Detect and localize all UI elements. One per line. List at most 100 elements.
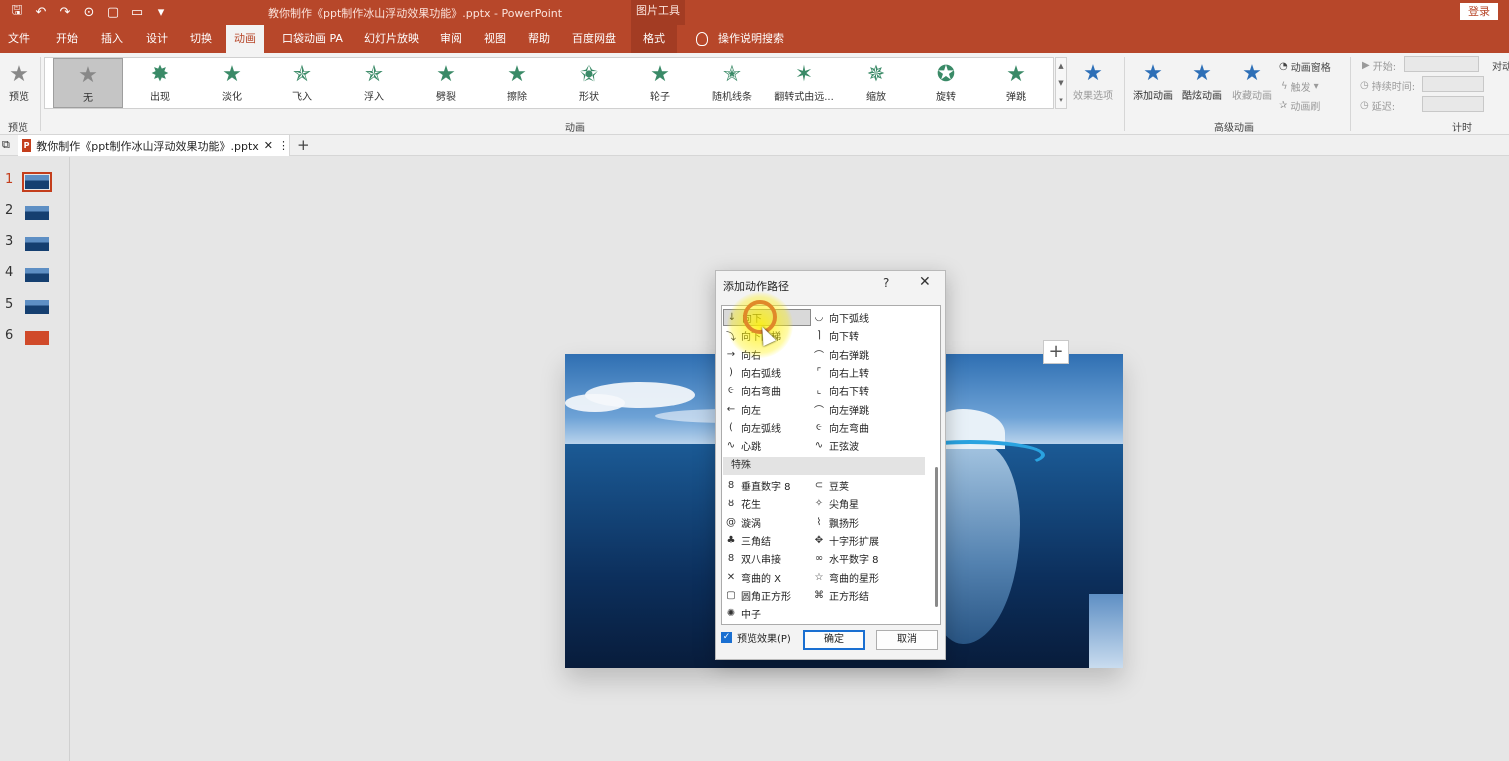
slide-thumbnail-1[interactable]	[22, 172, 52, 192]
chevron-down-icon[interactable]: ▼	[1056, 75, 1066, 92]
path-right[interactable]: → 向右	[723, 346, 761, 363]
path-bean[interactable]: ⊂ 豆荚	[811, 477, 849, 494]
path-rounded-square[interactable]: ▢ 圆角正方形	[723, 587, 791, 604]
animation-wheel[interactable]: ★ 轮子	[625, 58, 695, 108]
path-horizontal-figure-8[interactable]: ∞ 水平数字 8	[811, 550, 879, 567]
slide-thumbnail-3[interactable]	[25, 237, 49, 251]
path-arc-left[interactable]: (向左弧线	[723, 419, 781, 436]
path-neutron[interactable]: ✺ 中子	[723, 605, 761, 622]
cancel-button[interactable]: 取消	[876, 630, 938, 650]
animation-pane-button[interactable]: ◔ 动画窗格	[1279, 59, 1331, 74]
path-pointy-star[interactable]: ✧ 尖角星	[811, 495, 859, 512]
animation-fly-in[interactable]: ✯ 飞入	[267, 58, 337, 108]
path-double-eight[interactable]: 8 双八串接	[723, 550, 781, 567]
path-sine-wave[interactable]: ∿ 正弦波	[811, 437, 859, 454]
animation-zoom[interactable]: ✵ 缩放	[841, 58, 911, 108]
path-bounce-left[interactable]: ⌒ 向左弹跳	[811, 401, 869, 418]
tab-help[interactable]: 帮助	[528, 25, 550, 53]
path-left[interactable]: ← 向左	[723, 401, 761, 418]
tab-file[interactable]: 文件	[8, 25, 30, 53]
login-button[interactable]: 登录	[1460, 3, 1498, 20]
animation-float-in[interactable]: ✯ 浮入	[339, 58, 409, 108]
slide-thumbnail-4[interactable]	[25, 268, 49, 282]
save-icon[interactable]: 🖫	[8, 3, 26, 21]
effect-options-button[interactable]: ★ 效果选项	[1068, 57, 1118, 103]
tab-format[interactable]: 格式	[631, 25, 677, 53]
slide-thumbnail-2[interactable]	[25, 206, 49, 220]
tab-slideshow[interactable]: 幻灯片放映	[364, 25, 419, 53]
animation-bounce[interactable]: ★ 弹跳	[981, 58, 1051, 108]
slide-thumbnail-6[interactable]	[25, 331, 49, 345]
new-tab-plus-icon[interactable]: +	[297, 136, 310, 154]
path-turn-up-right[interactable]: ⌜ 向右上转	[811, 364, 869, 381]
scrollbar-thumb[interactable]	[935, 467, 938, 607]
duration-input[interactable]	[1422, 76, 1484, 92]
tab-list-icon[interactable]: ⧉	[2, 138, 10, 152]
path-vertical-figure-8[interactable]: 8 垂直数字 8	[723, 477, 791, 494]
animation-appear[interactable]: ✸ 出现	[125, 58, 195, 108]
path-curved-x[interactable]: ✕ 弯曲的 X	[723, 569, 781, 586]
animation-wipe[interactable]: ★ 擦除	[482, 58, 552, 108]
tab-transitions[interactable]: 切换	[190, 25, 212, 53]
gallery-more-icon[interactable]: ▾	[1056, 92, 1066, 109]
help-icon[interactable]: ?	[883, 276, 889, 290]
present-icon[interactable]: ⊙	[80, 3, 98, 21]
delay-input[interactable]	[1422, 96, 1484, 112]
slide-thumbnail-5[interactable]	[25, 300, 49, 314]
animation-split[interactable]: ★ 劈裂	[411, 58, 481, 108]
redo-icon[interactable]: ↷	[56, 3, 74, 21]
undo-icon[interactable]: ↶	[32, 3, 50, 21]
document-tab[interactable]: P 教你制作《ppt制作冰山浮动效果功能》.pptx ✕ ⋮	[18, 135, 290, 156]
animation-grow-turn[interactable]: ✶ 翻转式由远...	[769, 58, 839, 108]
trigger-button[interactable]: ϟ 触发 ▾	[1281, 79, 1319, 94]
tab-pocket-animation[interactable]: 口袋动画 PA	[282, 25, 343, 53]
more-icon[interactable]: ⋮	[278, 139, 289, 152]
close-icon[interactable]: ✕	[264, 139, 273, 152]
tab-view[interactable]: 视图	[484, 25, 506, 53]
new-file-icon[interactable]: ▢	[104, 3, 122, 21]
tab-review[interactable]: 审阅	[440, 25, 462, 53]
path-peanut[interactable]: ȣ 花生	[723, 495, 761, 512]
path-cross-expand[interactable]: ✥ 十字形扩展	[811, 532, 879, 549]
tab-animations[interactable]: 动画	[226, 25, 264, 53]
add-element-plus-icon[interactable]: +	[1043, 340, 1069, 364]
animation-shape[interactable]: ✬ 形状	[554, 58, 624, 108]
list-scrollbar[interactable]	[933, 307, 940, 623]
path-bounce-right[interactable]: ⌒ 向右弹跳	[811, 346, 869, 363]
tab-baidu-netdisk[interactable]: 百度网盘	[572, 25, 616, 53]
path-turn-down[interactable]: ⌉ 向下转	[811, 327, 859, 344]
ok-button[interactable]: 确定	[803, 630, 865, 650]
tab-home[interactable]: 开始	[56, 25, 78, 53]
path-curved-star[interactable]: ☆ 弯曲的星形	[811, 569, 879, 586]
animation-random-bars[interactable]: ✭ 随机线条	[697, 58, 767, 108]
path-turn-down-right[interactable]: ⌞ 向右下转	[811, 382, 869, 399]
animation-none[interactable]: ★ 无	[53, 58, 123, 108]
path-square-knot[interactable]: ⌘ 正方形结	[811, 587, 869, 604]
path-arc-down[interactable]: ◡ 向下弧线	[811, 309, 869, 326]
preview-effect-checkbox[interactable]: ✓	[721, 632, 732, 643]
path-flag[interactable]: ⌇ 飘扬形	[811, 514, 859, 531]
search-tell-me[interactable]: 操作说明搜索	[718, 25, 784, 53]
chevron-up-icon[interactable]: ▲	[1056, 58, 1066, 75]
cool-animation-button[interactable]: ★ 酷炫动画	[1178, 57, 1226, 103]
animation-painter-button[interactable]: ✰ 动画刷	[1279, 98, 1320, 113]
path-trefoil[interactable]: ♣ 三角结	[723, 532, 771, 549]
tab-insert[interactable]: 插入	[101, 25, 123, 53]
preview-button[interactable]: ★ 预览	[2, 58, 36, 108]
path-curve-right[interactable]: ૯ 向右弯曲	[723, 382, 781, 399]
add-animation-button[interactable]: ★ 添加动画	[1128, 57, 1178, 103]
gallery-scroll[interactable]: ▲ ▼ ▾	[1055, 57, 1067, 109]
path-swirl[interactable]: @ 漩涡	[723, 514, 761, 531]
path-arc-right[interactable]: ) 向右弧线	[723, 364, 781, 381]
favorite-animation-button[interactable]: ★ 收藏动画	[1228, 57, 1276, 103]
close-icon[interactable]: ✕	[919, 274, 931, 290]
path-heartbeat[interactable]: ∿ 心跳	[723, 437, 761, 454]
path-curve-left[interactable]: ૯ 向左弯曲	[811, 419, 869, 436]
tab-design[interactable]: 设计	[146, 25, 168, 53]
customize-toolbar-icon[interactable]: ▾	[152, 3, 170, 21]
animation-fade[interactable]: ★ 淡化	[197, 58, 267, 108]
animation-swivel[interactable]: ✪ 旋转	[911, 58, 981, 108]
start-select[interactable]	[1404, 56, 1479, 72]
image-fragment[interactable]	[1089, 594, 1123, 668]
open-folder-icon[interactable]: ▭	[128, 3, 146, 21]
